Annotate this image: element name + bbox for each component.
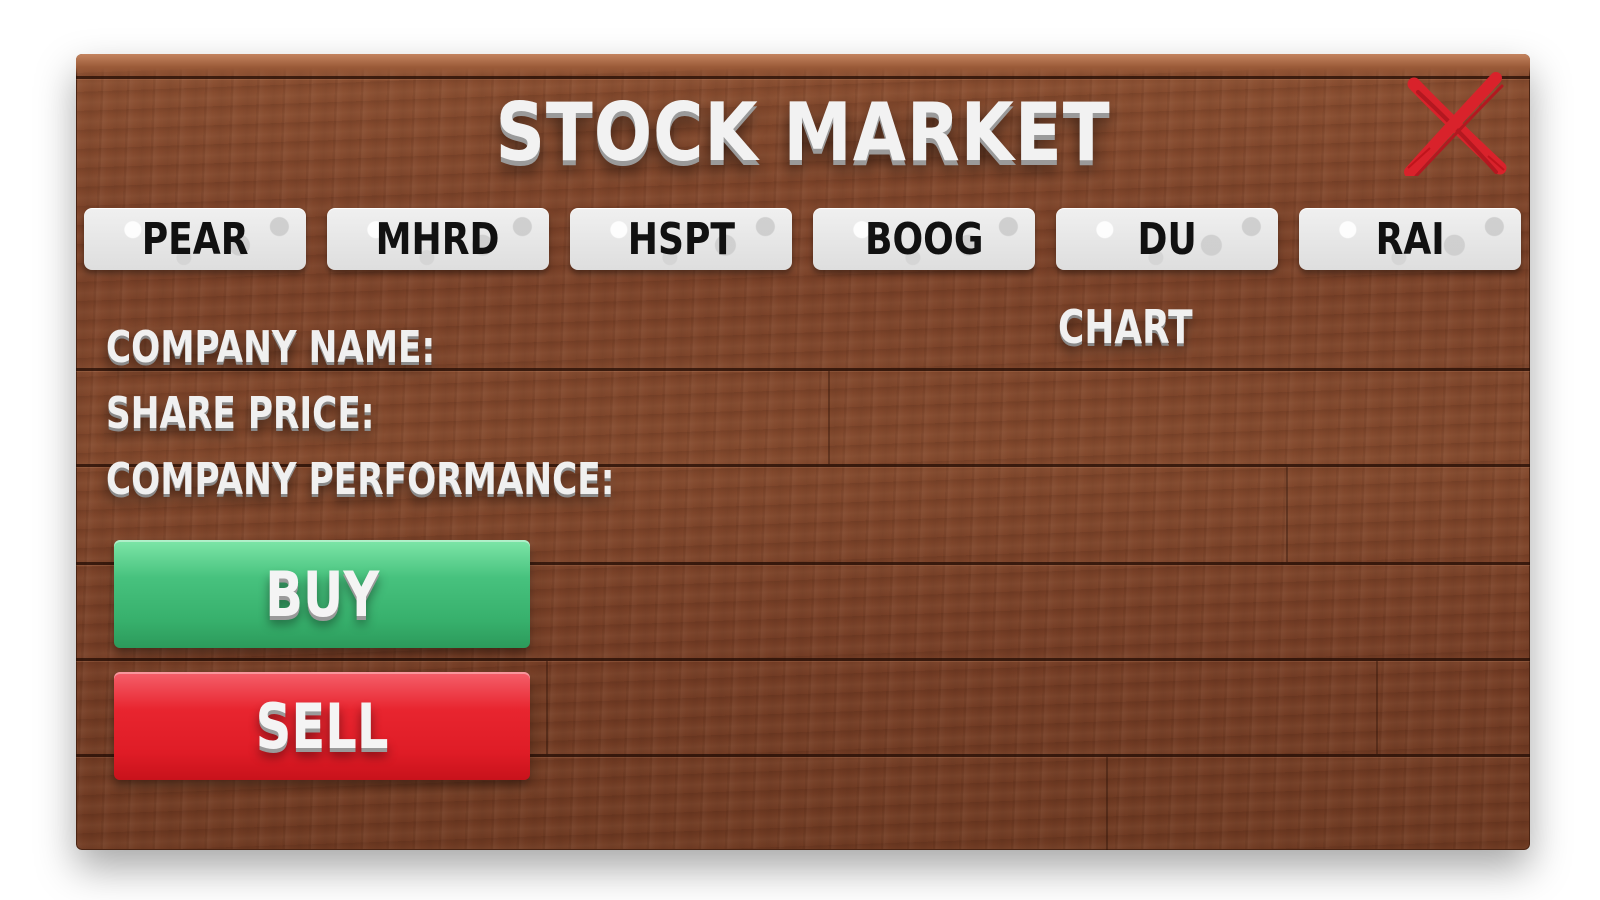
buy-label: BUY [265,557,379,631]
close-button[interactable] [1404,72,1508,178]
company-name-label: COMPANY NAME: [106,322,436,373]
buy-button[interactable]: BUY [114,540,530,648]
tab-rai[interactable]: RAI [1299,208,1521,270]
plank-divider [76,76,1530,79]
company-performance-label: COMPANY PERFORMANCE: [106,454,615,505]
company-tabs: PEAR MHRD HSPT BOOG DU RAI [84,208,1522,270]
tab-pear[interactable]: PEAR [84,208,306,270]
tab-label: HSPT [627,213,735,265]
tab-label: RAI [1375,213,1445,265]
tab-mhrd[interactable]: MHRD [327,208,549,270]
plank-divider [76,658,1530,661]
share-price-label: SHARE PRICE: [106,388,375,439]
plank-seam [828,371,830,464]
tab-label: PEAR [141,213,249,265]
window-title: STOCK MARKET [495,86,1111,179]
plank-seam [1286,467,1288,562]
close-x-icon [1404,72,1507,178]
tab-hspt[interactable]: HSPT [570,208,792,270]
tab-label: BOOG [864,213,984,265]
tab-boog[interactable]: BOOG [813,208,1035,270]
plank-seam [546,661,548,754]
tab-du[interactable]: DU [1056,208,1278,270]
sell-button[interactable]: SELL [114,672,530,780]
plank-seam [1106,757,1108,850]
chart-label: CHART [1058,300,1193,354]
tab-label: MHRD [376,213,500,265]
sell-label: SELL [255,689,389,763]
tab-label: DU [1137,213,1197,265]
stock-market-panel: STOCK MARKET PEAR MHRD HSPT BOOG DU RAI … [76,54,1530,850]
plank-seam [1376,661,1378,754]
